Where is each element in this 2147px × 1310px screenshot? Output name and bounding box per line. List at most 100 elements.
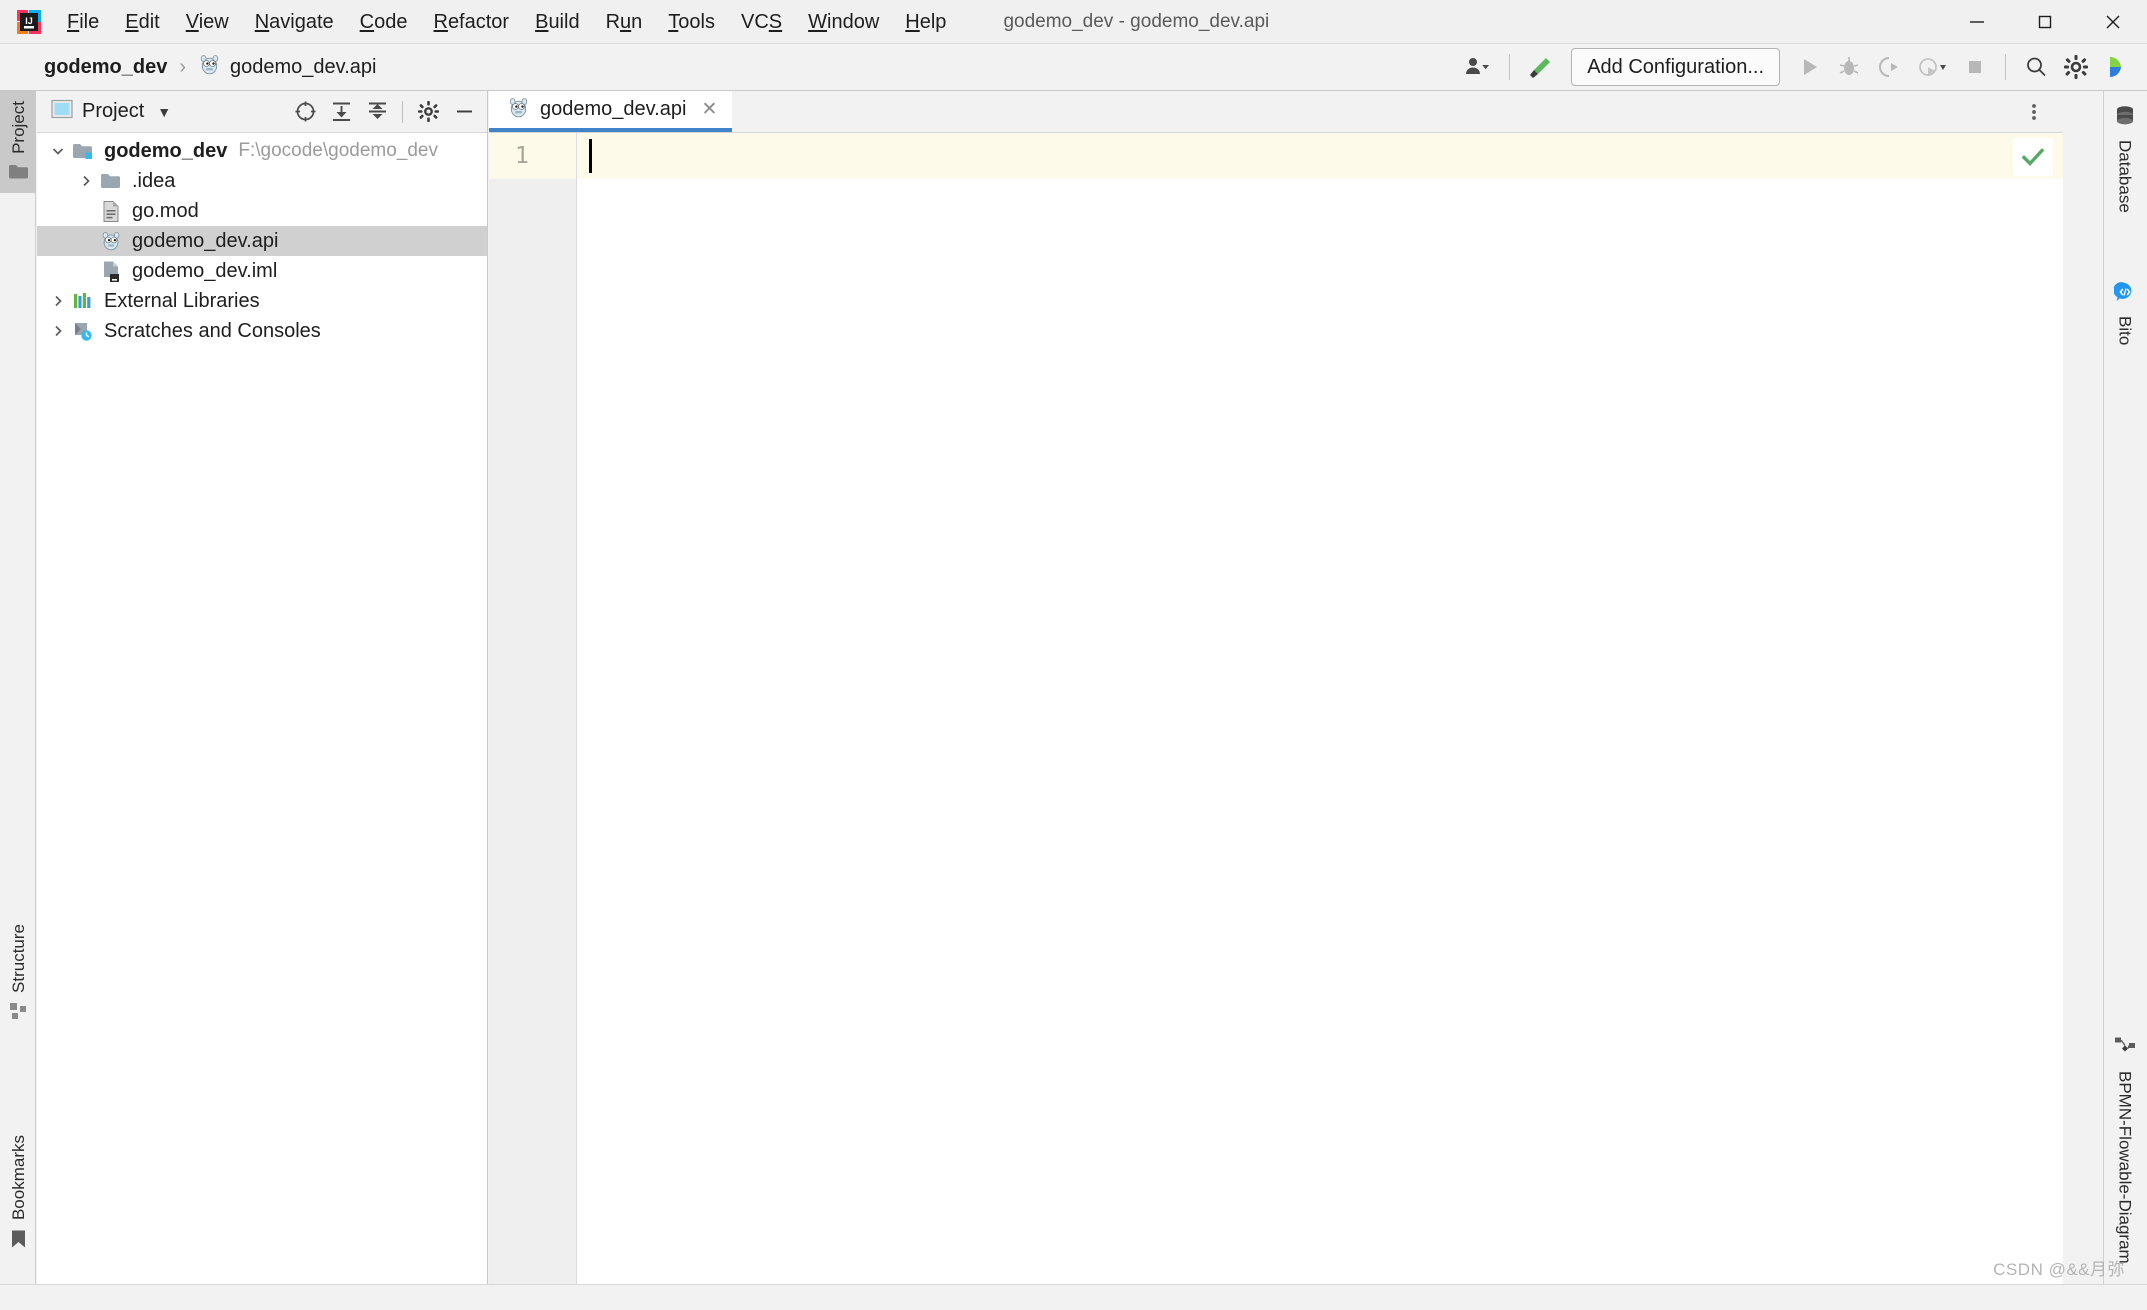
run-icon[interactable] [1790,48,1828,86]
close-icon[interactable]: ✕ [696,97,722,123]
menu-file[interactable]: FFileile [54,8,112,36]
database-icon [2114,105,2136,132]
tree-item-label: godemo_dev.iml [132,259,278,282]
menu-run[interactable]: Run [593,8,656,36]
code-pane[interactable] [577,133,2063,1284]
tree-row[interactable]: godemo_dev F:\gocode\godemo_dev [37,136,487,166]
close-button[interactable] [2079,0,2147,43]
go-gopher-icon [507,96,530,124]
editor-tab-actions [2019,91,2057,132]
chevron-down-icon[interactable] [45,144,71,158]
sidebar-item-database[interactable]: Database [2103,95,2147,223]
tree-item-label: External Libraries [104,289,260,312]
csdn-watermark: CSDN @&&月弥 [1993,1260,2125,1279]
project-panel-title: Project [82,100,145,122]
tree-row[interactable]: godemo_dev.iml [37,256,487,286]
hide-panel-icon[interactable] [447,95,481,129]
go-gopher-icon [198,53,221,81]
bpmn-diagram-icon [2114,1036,2136,1063]
tree-item-path: F:\gocode\godemo_dev [238,140,438,161]
more-options-icon[interactable] [2019,97,2049,127]
editor-tab-godemo-dev-api[interactable]: godemo_dev.api ✕ [489,91,733,132]
chevron-down-icon[interactable]: ▼ [157,104,171,120]
tree-item-label: Scratches and Consoles [104,319,321,342]
menu-bar: FFileile Edit View Navigate Code Refacto… [54,0,959,43]
profile-icon[interactable] [1910,48,1954,86]
tree-row[interactable]: .idea [37,166,487,196]
menu-build[interactable]: Build [522,8,592,36]
inspection-status-badge[interactable] [2013,138,2053,176]
minimize-button[interactable] [1943,0,2011,43]
menu-tools[interactable]: Tools [655,8,728,36]
stop-icon[interactable] [1956,48,1994,86]
menu-navigate[interactable]: Navigate [242,8,347,36]
sidebar-item-bpmn-flowable-diagram[interactable]: BPMN-Flowable-Diagram [2103,1026,2147,1274]
sidebar-item-project-label: Project [8,101,28,154]
menu-vcs[interactable]: VCS [728,8,795,36]
right-toolwindow-strip: Database Bito BPMN-Flowable-Diagram [2103,91,2147,1284]
intellij-idea-icon: IJ [16,9,42,35]
editor-body[interactable]: 1 [489,133,2063,1284]
line-number: 1 [489,133,576,179]
run-configuration-selector[interactable]: Add Configuration... [1571,48,1780,86]
maximize-button[interactable] [2011,0,2079,43]
sidebar-item-bpmn-label: BPMN-Flowable-Diagram [2115,1071,2135,1264]
debug-icon[interactable] [1830,48,1868,86]
project-toolbar-divider [402,100,403,123]
breadcrumb-separator-icon: › [179,55,187,78]
menu-window[interactable]: Window [795,8,892,36]
chevron-right-icon[interactable] [45,294,71,308]
chevron-right-icon[interactable] [45,324,71,338]
navigation-bar: godemo_dev › godemo_dev.api Add Configur… [0,44,2147,91]
search-everywhere-icon[interactable] [2017,48,2055,86]
sidebar-item-database-label: Database [2115,140,2135,213]
tree-row[interactable]: godemo_dev.api [37,226,487,256]
menu-edit[interactable]: Edit [112,8,172,36]
sidebar-item-project[interactable]: Project [0,91,36,193]
user-account-icon[interactable] [1458,48,1498,86]
tree-row[interactable]: External Libraries [37,286,487,316]
window-controls [1943,0,2147,43]
editor-tab-label: godemo_dev.api [540,98,687,120]
breadcrumb-file[interactable]: godemo_dev.api [192,51,382,83]
build-hammer-icon[interactable] [1521,48,1559,86]
menu-view[interactable]: View [173,8,242,36]
toolbar-actions: Add Configuration... [1458,44,2135,90]
menu-help[interactable]: Help [892,8,959,36]
left-toolwindow-strip: Project Structure Bookmarks [0,91,36,1284]
bito-icon[interactable] [2097,48,2135,86]
sidebar-item-bito-label: Bito [2115,316,2135,346]
breadcrumb-project[interactable]: godemo_dev [38,54,173,81]
tree-row[interactable]: Scratches and Consoles [37,316,487,346]
select-opened-file-icon[interactable] [288,95,322,129]
sidebar-item-bito[interactable]: Bito [2103,271,2147,355]
tree-item-label: .idea [132,169,176,192]
menu-code[interactable]: Code [347,8,421,36]
tree-row[interactable]: go.mod [37,196,487,226]
sidebar-item-structure-label: Structure [8,924,28,993]
sidebar-item-bookmarks-label: Bookmarks [8,1134,28,1220]
menu-refactor[interactable]: Refactor [420,8,522,36]
settings-gear-icon[interactable] [2057,48,2095,86]
editor-gutter[interactable]: 1 [489,133,577,1284]
gomod-file-icon [99,200,123,223]
project-tool-window: Project ▼ godemo_dev F:\gocode\godemo_de… [37,91,488,1284]
sidebar-item-bookmarks[interactable]: Bookmarks [0,1125,36,1262]
toolbar-divider-2 [2005,54,2006,80]
project-panel-toolbar [288,95,481,129]
libraries-icon [71,291,95,311]
bookmark-icon [10,1229,27,1254]
iml-file-icon [99,260,123,283]
run-coverage-icon[interactable] [1870,48,1908,86]
tree-item-label: go.mod [132,199,199,222]
go-gopher-icon [99,230,123,252]
bito-chat-icon [2113,281,2136,308]
intellij-window: IJ FFileile Edit View Navigate Code Refa… [0,0,2147,1310]
expand-all-icon[interactable] [324,95,358,129]
sidebar-item-structure[interactable]: Structure [0,914,36,1034]
current-line-highlight [577,133,2063,179]
panel-settings-icon[interactable] [411,95,445,129]
editor-tab-bar: godemo_dev.api ✕ [489,91,2063,133]
chevron-right-icon[interactable] [73,174,99,188]
collapse-all-icon[interactable] [360,95,394,129]
